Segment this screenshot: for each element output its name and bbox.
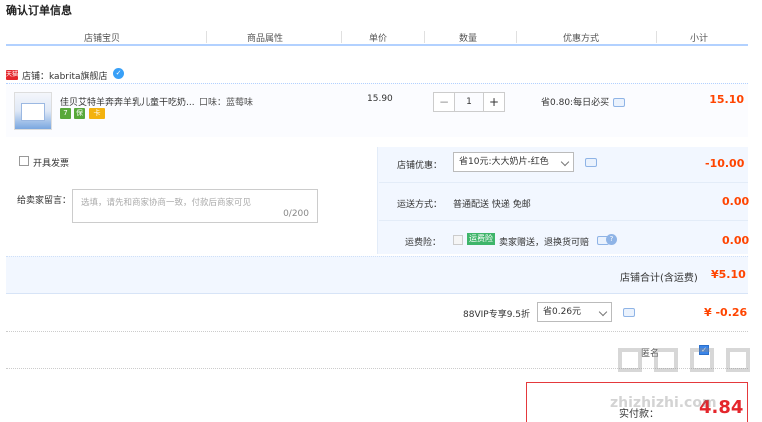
col-header-shop-item: 店铺宝贝 <box>84 34 121 44</box>
shop-name[interactable]: 店铺：kabrita旗舰店 <box>22 69 108 82</box>
quantity-decrement-button[interactable]: − <box>433 92 455 112</box>
shop-total-label: 店铺合计(含运费) <box>620 273 698 284</box>
col-header-price: 单价 <box>369 34 388 44</box>
watermark-text: zhizhizhi.com <box>610 395 717 411</box>
wangwang-chat-icon[interactable]: ✓ <box>113 68 124 79</box>
shipping-amount: 0.00 <box>722 195 750 208</box>
shop-total-amount: ¥5.10 <box>711 268 746 281</box>
shop-discount-amount: -10.00 <box>705 157 745 170</box>
col-header-promotion: 优惠方式 <box>563 34 600 44</box>
col-divider <box>656 31 657 43</box>
col-divider <box>424 31 425 43</box>
divider <box>6 331 748 332</box>
item-promotion: 省0.80:每日必买 <box>541 98 610 108</box>
col-header-subtotal: 小计 <box>690 34 709 44</box>
message-label: 给卖家留言： <box>17 196 72 206</box>
vip-discount-value: 省0.26元 <box>543 307 582 317</box>
table-header: 店铺宝贝 商品属性 单价 数量 优惠方式 小计 <box>6 26 748 46</box>
quantity-input[interactable]: 1 <box>455 92 483 112</box>
col-header-attributes: 商品属性 <box>247 34 284 44</box>
col-header-quantity: 数量 <box>459 34 478 44</box>
insurance-label: 运费险： <box>405 238 442 248</box>
row-divider <box>379 182 748 183</box>
discount-info-icon[interactable] <box>585 158 597 167</box>
invoice-label[interactable]: 开具发票 <box>33 156 69 169</box>
watermark-logo <box>618 344 754 380</box>
insurance-amount: 0.00 <box>722 234 750 247</box>
chevron-down-icon <box>560 157 570 167</box>
col-divider <box>341 31 342 43</box>
product-name[interactable]: 佳贝艾特羊奔奔羊乳儿童干吃奶... <box>60 95 200 108</box>
shop-discount-value: 省10元:大大奶片-红色 <box>459 157 549 167</box>
insurance-description: 卖家赠送，退换货可赔 <box>499 238 590 248</box>
product-thumbnail[interactable] <box>14 92 52 130</box>
message-char-count: 0/200 <box>283 209 309 219</box>
vip-discount-amount: ¥ -0.26 <box>704 306 748 319</box>
shop-discount-select[interactable]: 省10元:大大奶片-红色 <box>453 152 574 172</box>
product-sku: 口味：蓝莓味 <box>199 98 254 108</box>
col-divider <box>206 31 207 43</box>
help-icon[interactable]: ? <box>606 234 617 245</box>
shipping-label: 运送方式： <box>397 200 443 210</box>
col-divider <box>516 31 517 43</box>
tmall-badge-icon: 天猫 <box>6 70 19 80</box>
row-divider <box>379 220 748 221</box>
shop-discount-label: 店铺优惠： <box>397 161 443 171</box>
unit-price: 15.90 <box>367 94 393 104</box>
promo-info-icon[interactable] <box>613 98 625 107</box>
vip-discount-label: 88VIP专享9.5折 <box>463 310 531 320</box>
page-title: 确认订单信息 <box>6 4 72 17</box>
message-to-seller-input[interactable]: 选填，请先和商家协商一致，付款后商家可见 0/200 <box>72 189 318 223</box>
vip-info-icon[interactable] <box>623 308 635 317</box>
chevron-down-icon <box>598 307 608 317</box>
guarantee-icon: 保 <box>74 108 85 119</box>
message-placeholder: 选填，请先和商家协商一致，付款后商家可见 <box>81 198 252 208</box>
item-subtotal: 15.10 <box>709 93 744 106</box>
invoice-checkbox[interactable] <box>19 156 29 166</box>
vip-discount-select[interactable]: 省0.26元 <box>537 302 612 322</box>
shipping-method: 普通配送 快递 免邮 <box>453 200 531 210</box>
item-row <box>6 83 748 137</box>
insurance-checkbox[interactable] <box>453 235 463 245</box>
card-payment-icon: 卡 <box>89 108 105 119</box>
seven-day-return-icon: 7 <box>60 108 71 119</box>
quantity-increment-button[interactable]: + <box>483 92 505 112</box>
quantity-stepper[interactable]: − 1 + <box>433 92 505 112</box>
insurance-tag: 运费险 <box>467 233 495 245</box>
